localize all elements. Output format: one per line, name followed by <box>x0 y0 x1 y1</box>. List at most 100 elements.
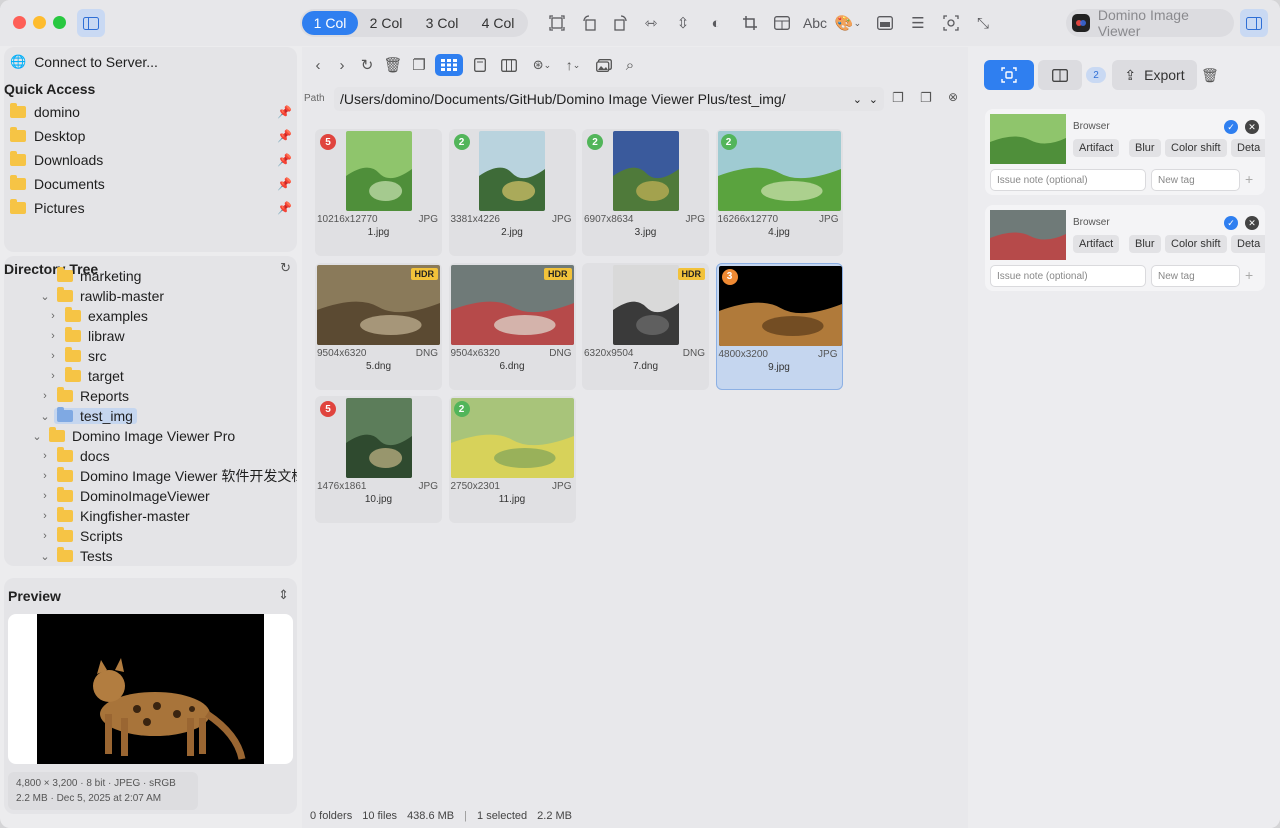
quick-access-item[interactable]: domino 📌 <box>10 101 292 123</box>
pin-icon[interactable]: 📌 <box>277 177 292 191</box>
issue-note-field[interactable]: Issue note (optional) <box>990 265 1146 287</box>
checkmark-icon[interactable]: ✓ <box>1224 120 1238 134</box>
flip-horizontal-icon[interactable]: ⇿ <box>637 9 665 37</box>
connect-server-item[interactable]: 🌐 Connect to Server... <box>10 51 292 73</box>
tree-item[interactable]: › libraw <box>48 326 125 346</box>
forward-icon[interactable]: › <box>332 54 352 76</box>
sort-icon[interactable]: ↑ ⌄ <box>560 54 586 76</box>
new-tag-field[interactable]: New tag <box>1151 169 1240 191</box>
text-recognition-button[interactable]: Abc <box>800 9 830 37</box>
disclosure-chevron-icon[interactable]: › <box>48 350 58 362</box>
tree-item[interactable]: ⌄ rawlib-master <box>40 286 164 306</box>
refresh-tree-icon[interactable]: ↻ <box>280 260 291 276</box>
color-palette-icon[interactable]: 🎨 ⌄ <box>832 9 864 37</box>
issue-tag[interactable]: Color shift <box>1165 235 1227 253</box>
disclosure-chevron-icon[interactable]: › <box>48 370 58 382</box>
disclosure-chevron-icon[interactable]: ⌄ <box>40 550 50 563</box>
issue-tag[interactable]: Color shift <box>1165 139 1227 157</box>
search-icon[interactable]: ⌕ <box>620 54 640 76</box>
tree-item[interactable]: › docs <box>40 446 110 466</box>
issue-tag[interactable]: Deta <box>1231 139 1265 157</box>
issue-tag[interactable]: Artifact <box>1073 139 1120 157</box>
paste-path-icon[interactable]: ❐ <box>920 90 932 106</box>
inspector-toggle-icon[interactable] <box>1240 9 1268 37</box>
trash-icon[interactable]: 🗑 <box>383 54 403 76</box>
focus-icon[interactable] <box>937 9 965 37</box>
tree-item[interactable]: › target <box>48 366 124 386</box>
pin-icon[interactable]: 📌 <box>277 153 292 167</box>
tree-item[interactable]: › Scripts <box>40 526 123 546</box>
tree-item[interactable]: ⌄ Tests <box>40 546 113 566</box>
quick-access-item[interactable]: Desktop 📌 <box>10 125 292 147</box>
tree-item[interactable]: ⌄ test_img <box>40 406 137 426</box>
thumbnail-card[interactable]: 2 2750x2301 JPG 11.jpg <box>448 396 576 523</box>
tree-item[interactable]: marketing <box>40 266 141 286</box>
column-3-button[interactable]: 3 Col <box>414 11 470 35</box>
fit-screen-icon[interactable] <box>543 9 571 37</box>
issue-tag[interactable]: Artifact <box>1073 235 1120 253</box>
copy-icon[interactable]: ❐ <box>409 54 429 76</box>
compare-mode-button[interactable] <box>1038 60 1082 90</box>
layout-panel-icon[interactable] <box>768 9 796 37</box>
pin-icon[interactable]: 📌 <box>277 201 292 215</box>
issue-tag[interactable]: Blur <box>1129 139 1161 157</box>
thumbnail-card[interactable]: 2 16266x12770 JPG 4.jpg <box>715 129 843 256</box>
disclosure-chevron-icon[interactable]: ⌄ <box>40 290 50 303</box>
clear-path-icon[interactable]: ⊗ <box>948 90 958 104</box>
column-4-button[interactable]: 4 Col <box>470 11 526 35</box>
disclosure-chevron-icon[interactable]: › <box>40 510 50 522</box>
issue-tag[interactable]: Deta <box>1231 235 1265 253</box>
tree-item[interactable]: › src <box>48 346 107 366</box>
close-window-button[interactable] <box>13 16 26 29</box>
thumbnail-card[interactable]: 5 1476x1861 JPG 10.jpg <box>315 396 442 523</box>
slideshow-icon[interactable] <box>593 54 615 76</box>
thumbnail-card[interactable]: 2 3381x4226 JPG 2.jpg <box>448 129 576 256</box>
rotate-left-icon[interactable] <box>576 9 604 37</box>
disclosure-chevron-icon[interactable]: › <box>40 490 50 502</box>
column-1-button[interactable]: 1 Col <box>302 11 358 35</box>
pin-icon[interactable]: 📌 <box>277 105 292 119</box>
sidebar-toggle-icon[interactable] <box>77 9 105 37</box>
remove-icon[interactable]: ✕ <box>1245 120 1259 134</box>
tree-item[interactable]: › examples <box>48 306 148 326</box>
issue-thumbnail[interactable] <box>990 114 1066 164</box>
minimize-window-button[interactable] <box>33 16 46 29</box>
disclosure-chevron-icon[interactable]: ⌄ <box>40 410 50 423</box>
pin-icon[interactable]: 📌 <box>277 129 292 143</box>
flip-vertical-icon[interactable]: ⇳ <box>669 9 697 37</box>
disclosure-chevron-icon[interactable]: › <box>40 470 50 482</box>
rotate-right-icon[interactable] <box>606 9 634 37</box>
issue-thumbnail[interactable] <box>990 210 1066 260</box>
crop-icon[interactable] <box>736 9 764 37</box>
thumbnail-card[interactable]: 2 6907x8634 JPG 3.jpg <box>582 129 709 256</box>
new-tag-field[interactable]: New tag <box>1151 265 1240 287</box>
thumbnail-card[interactable]: HDR 9504x6320 DNG 6.dng <box>448 262 576 390</box>
tree-item[interactable]: ⌄ Domino Image Viewer Pro <box>32 426 235 446</box>
disclosure-chevron-icon[interactable]: › <box>48 310 58 322</box>
quick-access-item[interactable]: Pictures 📌 <box>10 197 292 219</box>
columns-view-icon[interactable] <box>498 54 520 76</box>
column-2-button[interactable]: 2 Col <box>358 11 414 35</box>
reload-icon[interactable]: ↻ <box>357 54 377 76</box>
rating-filter-icon[interactable]: ⊛ ⌄ <box>528 54 556 76</box>
tree-item[interactable]: › Reports <box>40 386 129 406</box>
delete-all-icon[interactable]: 🗑 <box>1201 67 1219 84</box>
single-view-icon[interactable] <box>470 54 490 76</box>
tree-item[interactable]: › Kingfisher-master <box>40 506 190 526</box>
list-checks-icon[interactable]: ☰ <box>904 9 932 37</box>
issue-note-field[interactable]: Issue note (optional) <box>990 169 1146 191</box>
export-button[interactable]: ⇪ Export <box>1112 60 1197 90</box>
path-stepper-icon[interactable]: ⌄ <box>869 93 878 106</box>
disclosure-chevron-icon[interactable]: › <box>40 390 50 402</box>
quick-access-item[interactable]: Downloads 📌 <box>10 149 292 171</box>
thumbnail-card[interactable]: 5 10216x12770 JPG 1.jpg <box>315 129 442 256</box>
fullscreen-icon[interactable]: ⤡ <box>969 9 997 37</box>
checkmark-icon[interactable]: ✓ <box>1224 216 1238 230</box>
zoom-window-button[interactable] <box>53 16 66 29</box>
quick-access-item[interactable]: Documents 📌 <box>10 173 292 195</box>
capture-mode-button[interactable] <box>984 60 1034 90</box>
collapse-preview-icon[interactable]: ⇕ <box>278 587 289 603</box>
copy-path-icon[interactable]: ❐ <box>892 90 904 106</box>
disclosure-chevron-icon[interactable]: ⌄ <box>32 430 42 443</box>
disclosure-chevron-icon[interactable]: › <box>40 530 50 542</box>
